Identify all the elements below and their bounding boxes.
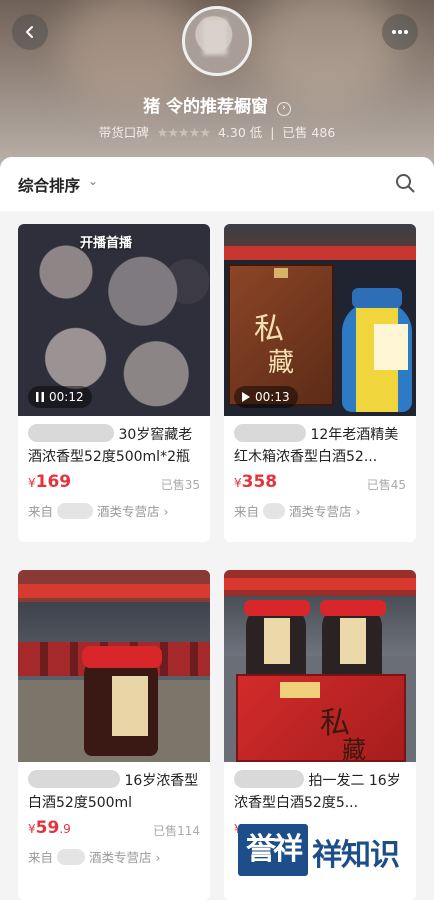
sold-count: 已售35 <box>160 478 200 492</box>
video-duration[interactable]: 00:13 <box>234 386 298 408</box>
store-link[interactable]: 来自 酒类专营店 › <box>18 498 210 528</box>
arrow-right-icon: › <box>163 504 169 519</box>
avatar[interactable] <box>182 6 252 76</box>
rating-value: 4.30 <box>217 125 246 140</box>
product-title[interactable]: 16岁浓香型白酒52度500ml <box>18 762 210 814</box>
watermark-text: 祥知识 <box>312 838 400 873</box>
shop-stats: 带货口碑 ★★★★★ 4.30 低 | 已售 486 <box>98 125 336 141</box>
price-row: ¥169 已售35 <box>18 468 210 498</box>
rating-stars: ★★★★★ <box>156 126 211 141</box>
more-icon <box>392 30 408 34</box>
shop-title[interactable]: 猪 令的推荐橱窗 › <box>0 92 434 117</box>
product-image[interactable]: 私 藏 <box>224 570 416 762</box>
shop-header: 猪 令的推荐橱窗 › 带货口碑 ★★★★★ 4.30 低 | 已售 486 <box>0 0 434 170</box>
chevron-down-icon[interactable]: ⌄ <box>88 174 98 188</box>
store-link[interactable]: 来自 酒类专营店 › <box>18 844 210 874</box>
search-icon[interactable] <box>394 172 416 194</box>
redacted-text <box>57 503 93 519</box>
sold-count: 已售45 <box>366 478 406 492</box>
play-icon <box>242 392 250 402</box>
product-price: ¥358 <box>234 472 278 492</box>
product-card[interactable]: 16岁浓香型白酒52度500ml ¥59.9 已售114 来自 酒类专营店 › <box>18 570 210 900</box>
product-card[interactable]: 私 藏 00:13 12年老酒精美红木箱浓香型白酒52... ¥358 已售45… <box>224 224 416 542</box>
product-title[interactable]: 12年老酒精美红木箱浓香型白酒52... <box>224 416 416 468</box>
sold-count: 已售114 <box>153 824 200 838</box>
shop-name: 猪 令的推荐橱窗 <box>143 97 268 117</box>
redacted-text <box>263 503 285 519</box>
rating-label: 带货口碑 <box>98 125 149 140</box>
watermark-box: 誉祥 <box>238 824 308 876</box>
redacted-text <box>57 849 85 865</box>
arrow-right-icon: › <box>355 504 361 519</box>
store-link[interactable]: 来自 酒类专营店 › <box>224 498 416 528</box>
redacted-text <box>28 770 120 788</box>
rating-level: 低 <box>249 125 263 140</box>
product-sheet: 综合排序 ⌄ 开播首播 00:12 30岁窖藏老酒浓香型52度500ml*2瓶 … <box>0 157 434 900</box>
product-price: ¥169 <box>28 472 72 492</box>
sort-bar: 综合排序 ⌄ <box>0 157 434 211</box>
sold-count: 486 <box>311 125 336 140</box>
product-title[interactable]: 拍一发二 16岁浓香型白酒52度5... <box>224 762 416 814</box>
video-duration[interactable]: 00:12 <box>28 386 92 408</box>
sold-label: 已售 <box>282 125 308 140</box>
pause-icon <box>36 392 44 402</box>
redacted-text <box>234 424 306 442</box>
price-row: ¥358 已售45 <box>224 468 416 498</box>
product-image[interactable]: 开播首播 00:12 <box>18 224 210 416</box>
shop-arrow-icon: › <box>276 102 291 116</box>
more-button[interactable] <box>382 14 418 50</box>
back-icon <box>26 26 33 38</box>
price-row: ¥59.9 已售114 <box>18 814 210 844</box>
back-button[interactable] <box>12 14 48 50</box>
product-card[interactable]: 开播首播 00:12 30岁窖藏老酒浓香型52度500ml*2瓶 ¥169 已售… <box>18 224 210 542</box>
product-image[interactable] <box>18 570 210 762</box>
product-title[interactable]: 30岁窖藏老酒浓香型52度500ml*2瓶 <box>18 416 210 468</box>
arrow-right-icon: › <box>155 850 161 865</box>
watermark-logo: 誉祥 祥知识 <box>238 822 424 880</box>
redacted-text <box>28 424 114 442</box>
product-image[interactable]: 私 藏 00:13 <box>224 224 416 416</box>
redacted-text <box>234 770 304 788</box>
product-price: ¥59.9 <box>28 818 71 838</box>
live-badge: 开播首播 <box>80 236 133 251</box>
sort-dropdown[interactable]: 综合排序 <box>18 174 80 196</box>
